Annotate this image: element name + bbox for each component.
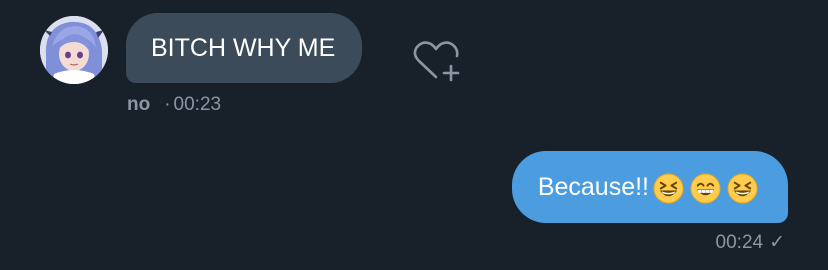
outgoing-timestamp: 00:24	[715, 232, 764, 253]
avatar-image	[40, 16, 108, 84]
incoming-message-bubble[interactable]: BITCH WHY ME	[126, 13, 363, 83]
outgoing-message-bubble[interactable]: Because!!	[511, 151, 788, 223]
grinning-squinting-face-icon	[727, 173, 758, 204]
emoji-group	[653, 173, 758, 204]
grinning-squinting-face-icon	[653, 173, 684, 204]
meta-separator: ·	[164, 94, 171, 115]
avatar[interactable]	[40, 16, 108, 84]
heart-plus-icon[interactable]	[410, 38, 462, 82]
sender-name: no	[127, 94, 151, 115]
beaming-face-icon	[690, 173, 721, 204]
outgoing-message-text: Because!!	[537, 173, 649, 201]
single-check-icon: ✓	[769, 232, 785, 253]
incoming-message-text: BITCH WHY ME	[151, 34, 336, 62]
incoming-timestamp: 00:23	[173, 94, 222, 115]
incoming-message-meta: no · 00:23	[127, 94, 221, 116]
outgoing-message-meta: 00:24 ✓	[716, 231, 785, 254]
